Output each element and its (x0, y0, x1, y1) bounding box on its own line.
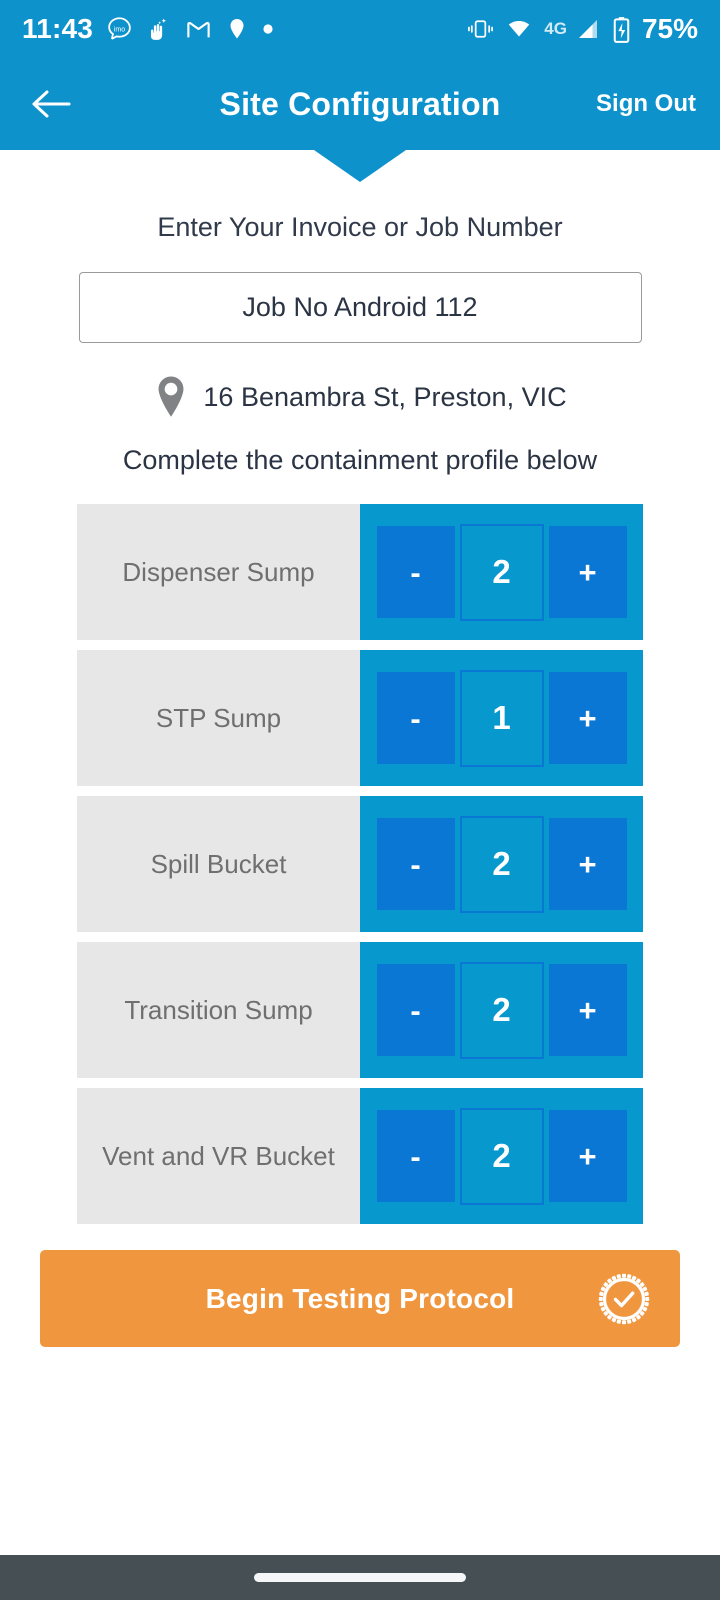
verified-check-badge-icon (598, 1273, 650, 1325)
counter-label: Spill Bucket (77, 796, 360, 932)
counter-row: Dispenser Sump - 2 + (77, 504, 643, 640)
containment-counter-list: Dispenser Sump - 2 + STP Sump - 1 + Spil… (0, 504, 720, 1224)
increment-button[interactable]: + (548, 1110, 627, 1202)
main-content: Enter Your Invoice or Job Number Job No … (0, 150, 720, 1347)
counter-value[interactable]: 2 (459, 961, 544, 1059)
counter-label: Dispenser Sump (77, 504, 360, 640)
counter-label: STP Sump (77, 650, 360, 786)
begin-testing-protocol-button[interactable]: Begin Testing Protocol (40, 1250, 680, 1347)
signal-bars-icon (575, 17, 601, 41)
increment-button[interactable]: + (548, 672, 627, 764)
status-bar-left: 11:43 imo (22, 13, 274, 45)
counter-row: STP Sump - 1 + (77, 650, 643, 786)
sign-out-button[interactable]: Sign Out (596, 90, 696, 118)
site-address-label: 16 Benambra St, Preston, VIC (203, 381, 567, 412)
wifi-icon (505, 17, 533, 41)
increment-button[interactable]: + (548, 818, 627, 910)
imo-icon: imo (106, 16, 133, 43)
home-gesture-pill[interactable] (254, 1573, 466, 1582)
app-header: Site Configuration Sign Out (0, 58, 720, 150)
counter-stepper: - 1 + (360, 650, 643, 786)
counter-stepper: - 2 + (360, 942, 643, 1078)
decrement-button[interactable]: - (376, 672, 455, 764)
app-screen: 11:43 imo 4G 75% Site Configuration Sign… (0, 0, 720, 1600)
counter-stepper: - 2 + (360, 796, 643, 932)
decrement-button[interactable]: - (376, 1110, 455, 1202)
counter-label: Vent and VR Bucket (77, 1088, 360, 1224)
job-number-input[interactable]: Job No Android 112 (78, 272, 642, 343)
counter-value[interactable]: 2 (459, 1107, 544, 1205)
cta-label: Begin Testing Protocol (205, 1282, 515, 1314)
counter-row: Vent and VR Bucket - 2 + (77, 1088, 643, 1224)
counter-value[interactable]: 1 (459, 669, 544, 767)
counter-row: Transition Sump - 2 + (77, 942, 643, 1078)
location-pin-icon (225, 16, 249, 42)
counter-stepper: - 2 + (360, 1088, 643, 1224)
containment-profile-subprompt: Complete the containment profile below (122, 445, 598, 475)
status-bar-right: 4G 75% (467, 13, 698, 45)
increment-button[interactable]: + (548, 526, 627, 618)
counter-value[interactable]: 2 (459, 815, 544, 913)
counter-value[interactable]: 2 (459, 523, 544, 621)
increment-button[interactable]: + (548, 964, 627, 1056)
counter-row: Spill Bucket - 2 + (77, 796, 643, 932)
map-pin-icon (153, 375, 189, 419)
counter-stepper: - 2 + (360, 504, 643, 640)
job-number-prompt: Enter Your Invoice or Job Number (157, 212, 563, 242)
gmail-icon (185, 16, 212, 43)
vibrate-icon (467, 17, 494, 41)
dot-icon (262, 23, 274, 35)
site-address-row: 16 Benambra St, Preston, VIC (0, 375, 720, 419)
counter-label: Transition Sump (77, 942, 360, 1078)
svg-text:imo: imo (114, 26, 125, 33)
status-bar: 11:43 imo 4G 75% (0, 0, 720, 58)
decrement-button[interactable]: - (376, 818, 455, 910)
system-navigation-bar (0, 1555, 720, 1600)
decrement-button[interactable]: - (376, 526, 455, 618)
network-type-label: 4G (544, 19, 567, 38)
status-time: 11:43 (22, 13, 94, 44)
hand-sparkle-icon (146, 16, 172, 42)
decrement-button[interactable]: - (376, 964, 455, 1056)
battery-charging-icon (612, 16, 631, 43)
battery-percent-label: 75% (641, 13, 698, 44)
